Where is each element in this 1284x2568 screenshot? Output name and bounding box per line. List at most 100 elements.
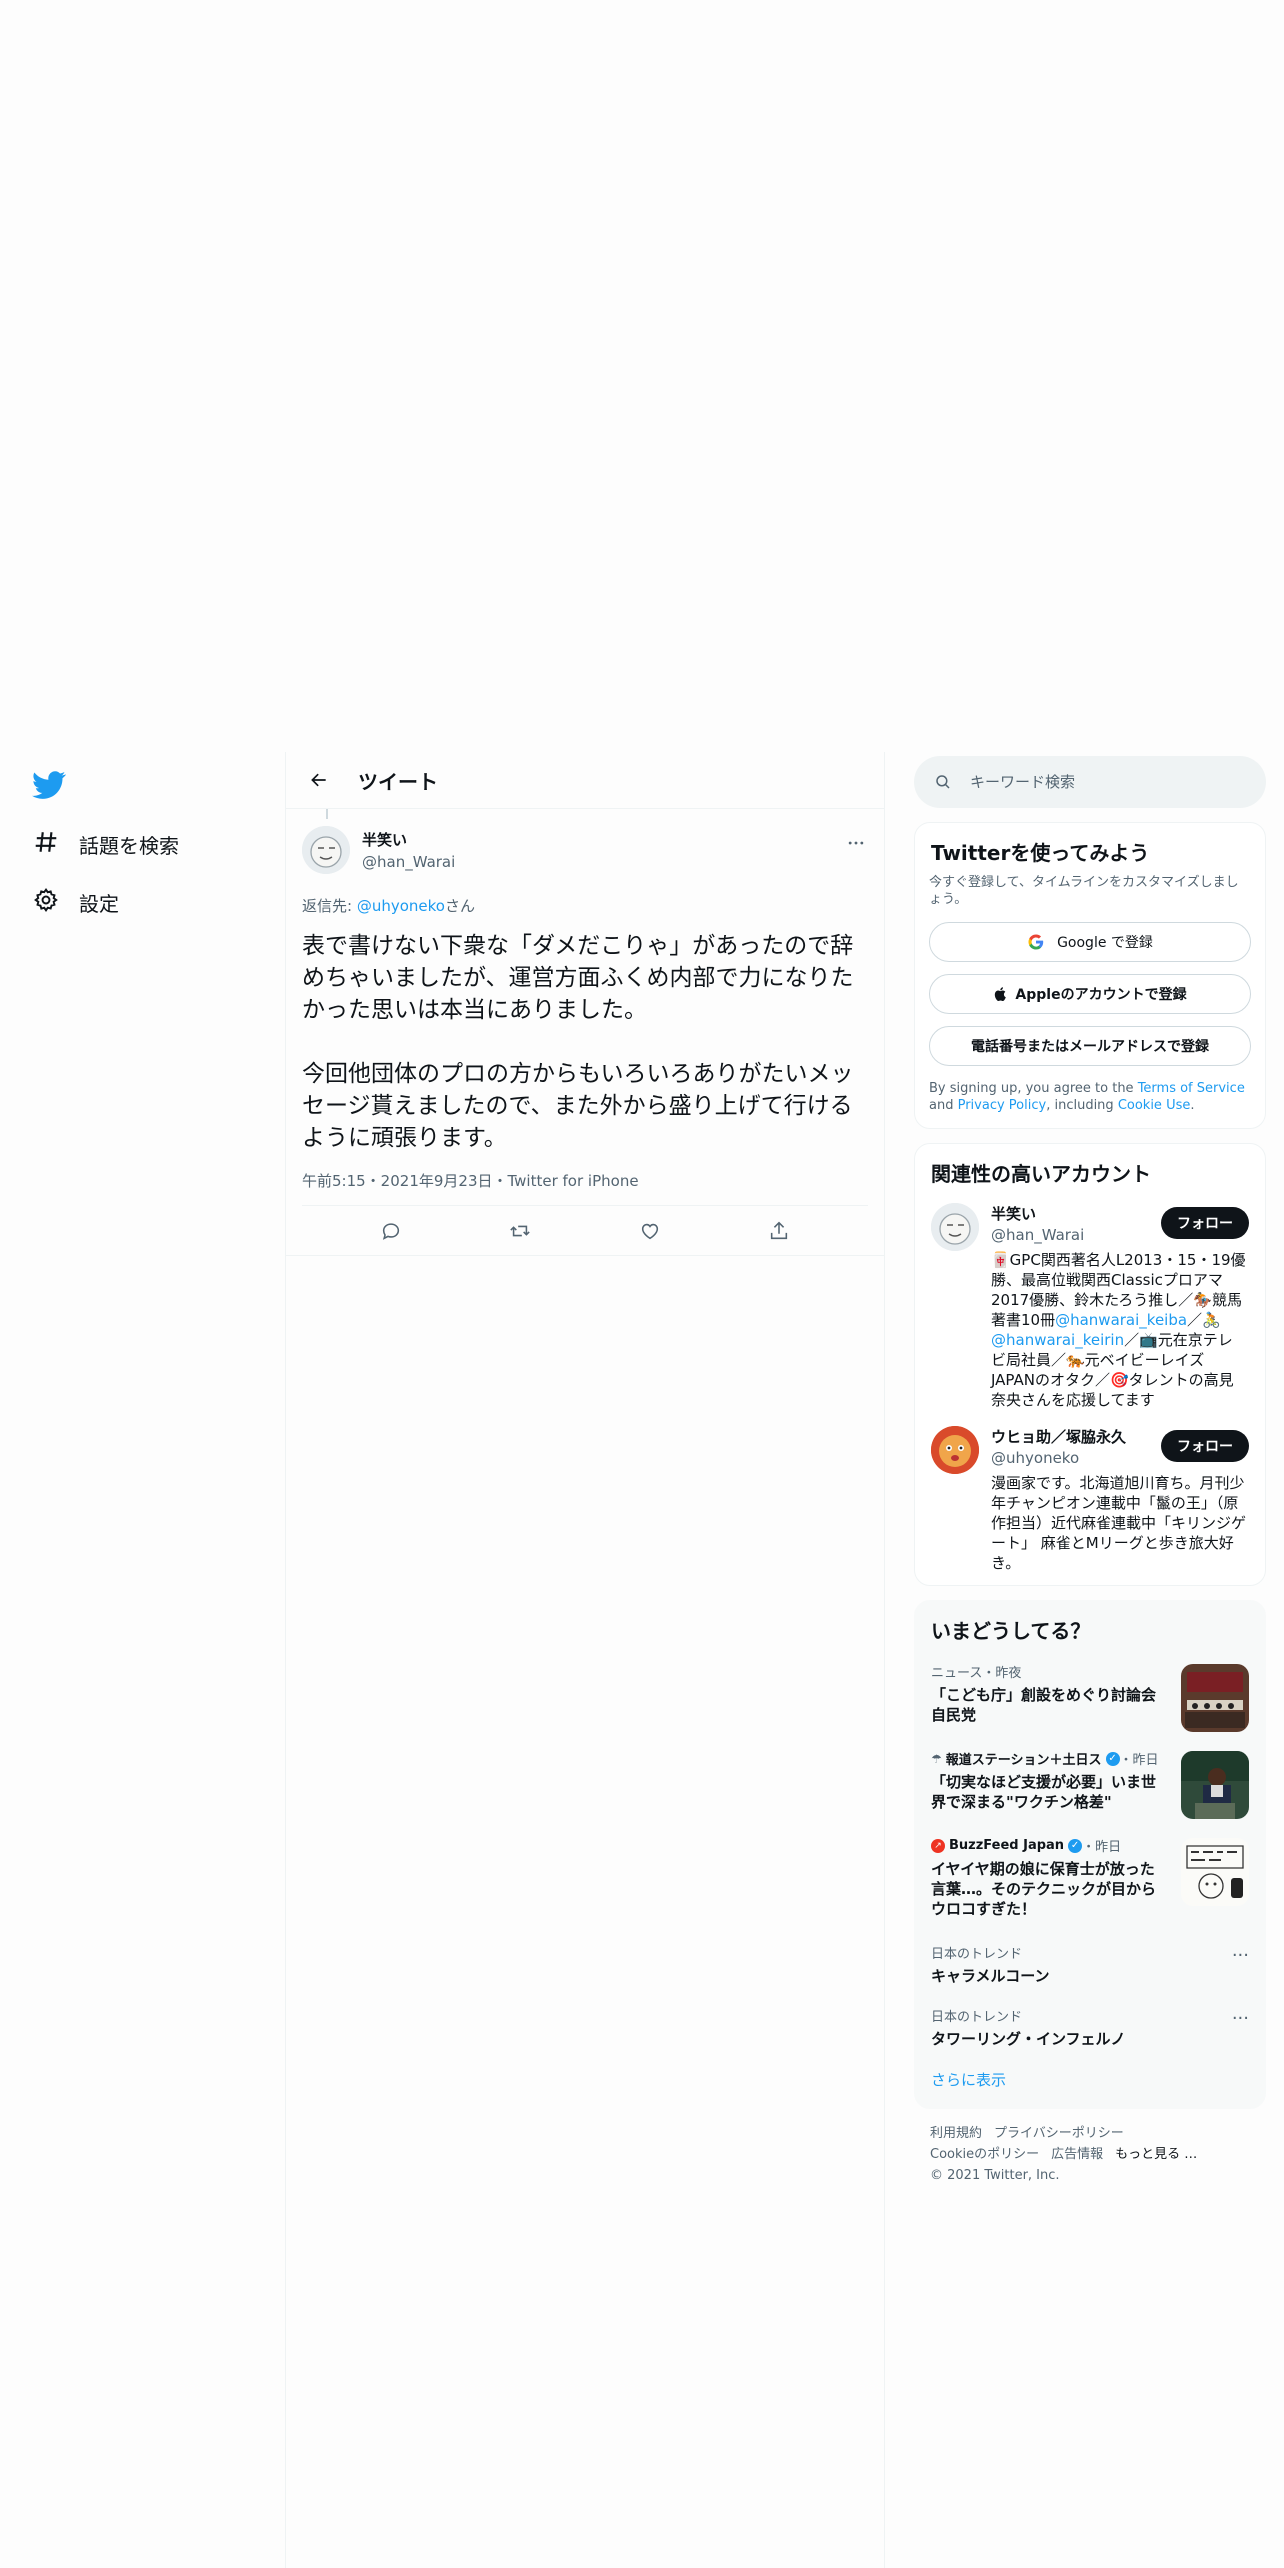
account-item[interactable]: 半笑い @han_Warai 🀄GPC関西著名人L2013・15・19優勝、最高… — [915, 1187, 1265, 1410]
avatar[interactable] — [302, 826, 350, 874]
reply-to: 返信先: @uhyonekoさん — [302, 895, 868, 916]
google-icon — [1028, 934, 1044, 950]
follow-button[interactable]: フォロー — [1161, 1207, 1249, 1239]
nav-settings-label: 設定 — [79, 891, 119, 916]
tweet-timestamp[interactable]: 午前5:15・2021年9月23日・Twitter for iPhone — [302, 1170, 868, 1206]
trend-time: ・昨日 — [1119, 1753, 1159, 1768]
footer-more-link[interactable]: もっと見る … — [1115, 2147, 1197, 2162]
trend-meta: 日本のトレンド — [931, 1947, 1023, 1962]
nav-explore-label: 話題を検索 — [79, 833, 179, 858]
phone-email-signup-button[interactable]: 電話番号またはメールアドレスで登録 — [929, 1026, 1251, 1066]
footer-terms-link[interactable]: 利用規約 — [930, 2126, 982, 2141]
author-handle[interactable]: @han_Warai — [362, 853, 455, 871]
terms-including: , including — [1046, 1098, 1118, 1113]
trend-item[interactable]: ↗ BuzzFeed Japan ✓ ・昨日 イヤイヤ期の娘に保育士が放った言葉… — [915, 1824, 1265, 1923]
trend-meta: 日本のトレンド — [931, 2010, 1023, 2025]
account-bio: 漫画家です。北海道旭川育ち。月刊少年チャンピオン連載中「鬣の王」（原作担当）近代… — [991, 1474, 1247, 1572]
signup-title: Twitterを使ってみよう — [931, 841, 1150, 865]
bio-mention-link[interactable]: @hanwarai_keiba — [1055, 1311, 1187, 1329]
avatar[interactable] — [931, 1426, 979, 1474]
apple-signup-button[interactable]: Appleのアカウントで登録 — [929, 974, 1251, 1014]
terms-end: . — [1190, 1098, 1195, 1113]
tweet: 半笑い @han_Warai 返信先: @uhyonekoさん 表で書けない下衆… — [286, 809, 884, 1206]
right-sidebar: Twitterを使ってみよう 今すぐ登録して、タイムラインをカスタマイズしましょ… — [914, 752, 1266, 2186]
trend-title: 「切実なほど支援が必要」いま世界で深まる"ワクチン格差" — [931, 1773, 1157, 1811]
tweet-text: 表で書けない下衆な「ダメだこりゃ」があったので辞めちゃいましたが、運営方面ふくめ… — [302, 933, 854, 1151]
trend-thumbnail — [1181, 1664, 1249, 1732]
signup-terms: By signing up, you agree to the Terms of… — [915, 1066, 1265, 1128]
apple-icon — [995, 987, 1007, 1002]
signup-card: Twitterを使ってみよう 今すぐ登録して、タイムラインをカスタマイズしましょ… — [914, 822, 1266, 1129]
search-icon — [936, 775, 950, 789]
related-accounts-card: 関連性の高いアカウント 半笑い @han_Warai 🀄GPC関西著名人L201… — [914, 1143, 1266, 1586]
nav-explore[interactable]: 話題を検索 — [33, 822, 179, 866]
buzzfeed-icon: ↗ — [931, 1838, 945, 1853]
arrow-left-icon — [311, 773, 326, 787]
trend-title: キャラメルコーン — [931, 1967, 1050, 1985]
apple-signup-label: Appleのアカウントで登録 — [1015, 987, 1187, 1003]
trend-title: 「こども庁」創設をめぐり討論会 自民党 — [931, 1686, 1157, 1724]
share-icon — [771, 1221, 788, 1239]
reply-mention-link[interactable]: @uhyoneko — [357, 897, 445, 915]
author-display-name[interactable]: 半笑い — [362, 829, 455, 850]
heart-icon — [641, 1223, 658, 1239]
gear-icon — [33, 887, 59, 917]
google-signup-label: Google で登録 — [1057, 935, 1153, 951]
reply-suffix: さん — [444, 897, 475, 915]
trend-item[interactable]: 日本のトレンド タワーリング・インフェルノ ··· — [915, 1994, 1265, 2053]
hashtag-icon — [33, 829, 59, 859]
account-item[interactable]: ウヒョ助／塚脇永久 @uhyoneko 漫画家です。北海道旭川育ち。月刊少年チャ… — [915, 1410, 1265, 1573]
more-options-button[interactable] — [844, 831, 868, 855]
back-button[interactable] — [302, 763, 336, 797]
main-column: ツイート 半笑い @han_Warai 返信先: @uhyonekoさん 表で書… — [285, 752, 885, 2568]
footer-privacy-link[interactable]: プライバシーポリシー — [994, 2126, 1124, 2141]
footer-ads-link[interactable]: 広告情報 — [1051, 2147, 1103, 2162]
trend-title: イヤイヤ期の娘に保育士が放った言葉…。そのテクニックが目からウロコすぎた！ — [931, 1860, 1157, 1918]
news-source-icon: ☂ — [931, 1751, 942, 1766]
search-input[interactable] — [970, 773, 1230, 791]
footer-copyright: © 2021 Twitter, Inc. — [930, 2168, 1060, 2183]
trend-item[interactable]: 日本のトレンド キャラメルコーン ··· — [915, 1931, 1265, 1990]
trend-source: BuzzFeed Japan — [949, 1838, 1065, 1853]
bio-text: ／🚴 — [1187, 1311, 1221, 1329]
show-more-link[interactable]: さらに表示 — [915, 2053, 1265, 2108]
reply-prefix: 返信先: — [302, 897, 357, 915]
privacy-policy-link[interactable]: Privacy Policy — [958, 1098, 1047, 1113]
more-horizontal-icon[interactable]: ··· — [1232, 1945, 1249, 1966]
reply-button[interactable] — [374, 1214, 408, 1248]
more-horizontal-icon — [848, 841, 864, 845]
terms-of-service-link[interactable]: Terms of Service — [1138, 1081, 1245, 1096]
twitter-logo-icon[interactable] — [32, 768, 66, 802]
page-title: ツイート — [358, 769, 438, 794]
terms-and: and — [929, 1098, 958, 1113]
trends-title: いまどうしてる？ — [931, 1619, 1091, 1643]
verified-icon: ✓ — [1105, 1751, 1120, 1766]
follow-button[interactable]: フォロー — [1161, 1430, 1249, 1462]
terms-prefix: By signing up, you agree to the — [929, 1081, 1138, 1096]
trend-source: 報道ステーション＋土日ス — [945, 1753, 1102, 1768]
footer-cookies-link[interactable]: Cookieのポリシー — [930, 2147, 1039, 2162]
verified-icon: ✓ — [1068, 1838, 1083, 1853]
retweet-button[interactable] — [503, 1214, 537, 1248]
phone-email-signup-label: 電話番号またはメールアドレスで登録 — [971, 1039, 1209, 1055]
page-header: ツイート — [286, 752, 884, 809]
search-box[interactable] — [914, 756, 1266, 808]
like-button[interactable] — [633, 1214, 667, 1248]
retweet-icon — [510, 1225, 530, 1236]
trend-thumbnail — [1181, 1751, 1249, 1819]
more-horizontal-icon[interactable]: ··· — [1232, 2008, 1249, 2029]
trend-item[interactable]: ニュース・昨夜 「こども庁」創設をめぐり討論会 自民党 — [915, 1650, 1265, 1732]
google-signup-button[interactable]: Google で登録 — [929, 922, 1251, 962]
bio-mention-link[interactable]: @hanwarai_keirin — [991, 1331, 1124, 1349]
sidebar-footer: 利用規約 プライバシーポリシー Cookieのポリシー 広告情報 もっと見る … © … — [914, 2109, 1266, 2186]
nav-settings[interactable]: 設定 — [33, 880, 119, 924]
trends-card: いまどうしてる？ ニュース・昨夜 「こども庁」創設をめぐり討論会 自民党 ☂ 報… — [914, 1600, 1266, 2109]
account-bio: 🀄GPC関西著名人L2013・15・19優勝、最高位戦関西Classicプロアマ… — [991, 1250, 1246, 1410]
signup-subtitle: 今すぐ登録して、タイムラインをカスタマイズしましょう。 — [929, 875, 1239, 907]
avatar[interactable] — [931, 1203, 979, 1251]
cookie-use-link[interactable]: Cookie Use — [1118, 1098, 1191, 1113]
tweet-author: 半笑い @han_Warai — [302, 809, 868, 879]
reply-icon — [382, 1222, 399, 1240]
share-button[interactable] — [762, 1214, 796, 1248]
trend-item[interactable]: ☂ 報道ステーション＋土日ス ✓ ・昨日 「切実なほど支援が必要」いま世界で深ま… — [915, 1737, 1265, 1819]
